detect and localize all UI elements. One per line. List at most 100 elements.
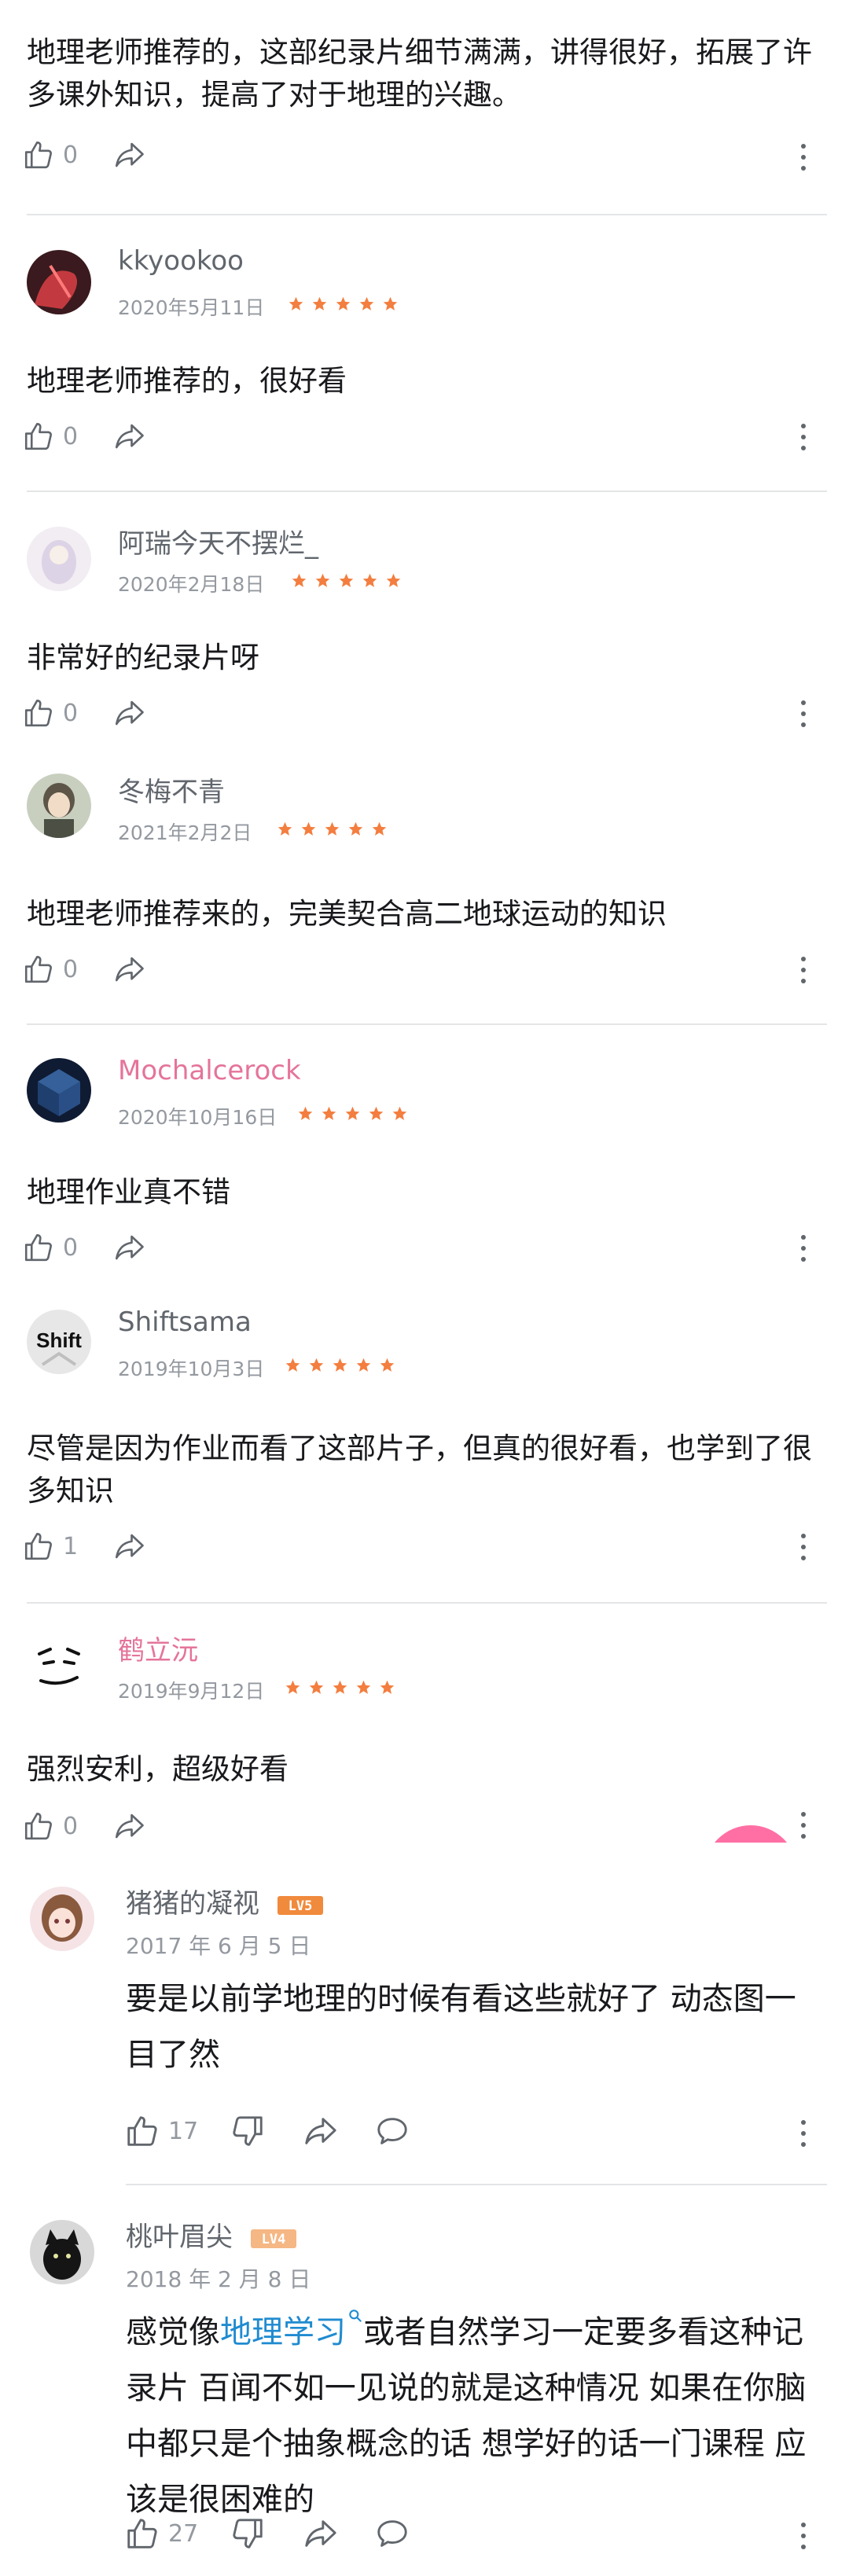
thumb-up-icon[interactable] bbox=[22, 1810, 55, 1843]
reply-icon[interactable] bbox=[374, 2515, 410, 2552]
more-vertical-icon[interactable] bbox=[799, 141, 808, 173]
avatar-text: Shift bbox=[36, 1328, 82, 1352]
username[interactable]: kkyookoo bbox=[118, 245, 244, 277]
thumb-up-icon[interactable] bbox=[22, 420, 55, 453]
review-date: 2019年10月3日 bbox=[118, 1358, 265, 1380]
avatar[interactable] bbox=[30, 1887, 94, 1951]
star-icon bbox=[372, 821, 387, 836]
star-icon bbox=[298, 1106, 313, 1120]
star-rating bbox=[277, 821, 388, 837]
more-vertical-icon[interactable] bbox=[799, 2118, 808, 2149]
review-actions: 0 bbox=[22, 1231, 145, 1264]
star-icon bbox=[333, 1358, 347, 1372]
star-icon bbox=[386, 573, 401, 587]
share-icon[interactable] bbox=[112, 1231, 145, 1264]
thumb-down-icon[interactable] bbox=[230, 2515, 266, 2552]
review-text: 地理老师推荐的，这部纪录片细节满满，讲得很好，拓展了许多课外知识，提高了对于地理… bbox=[27, 35, 812, 112]
review-text: 强烈安利，超级好看 bbox=[27, 1752, 289, 1786]
like-count: 1 bbox=[63, 1532, 79, 1560]
share-icon[interactable] bbox=[112, 953, 145, 986]
review-actions: 1 bbox=[22, 1530, 145, 1563]
username[interactable]: Mochalcerock bbox=[118, 1055, 301, 1086]
comment-text: 要是以前学地理的时候有看这些就好了 动态图一目了然 bbox=[126, 1981, 796, 2073]
star-icon bbox=[277, 821, 292, 836]
more-vertical-icon[interactable] bbox=[799, 421, 808, 453]
review-actions: 0 bbox=[22, 953, 145, 986]
avatar[interactable] bbox=[27, 774, 91, 838]
avatar[interactable] bbox=[27, 527, 91, 591]
star-icon bbox=[301, 821, 316, 836]
floating-button[interactable] bbox=[704, 1825, 797, 1843]
thumb-up-icon[interactable] bbox=[124, 2113, 160, 2149]
star-rating bbox=[288, 296, 399, 312]
more-vertical-icon[interactable] bbox=[799, 1531, 808, 1563]
username[interactable]: Shiftsama bbox=[118, 1306, 252, 1338]
comment-section: 猪猪的凝视 LV5 2017 年 6 月 5 日 要是以前学地理的时候有看这些就… bbox=[0, 1843, 849, 2576]
star-rating bbox=[297, 1105, 408, 1122]
avatar[interactable] bbox=[30, 2220, 94, 2284]
username[interactable]: 鹤立沅 bbox=[118, 1629, 198, 1667]
star-rating bbox=[291, 572, 402, 589]
username[interactable]: 阿瑞今天不摆烂_ bbox=[118, 522, 318, 560]
thumb-down-icon[interactable] bbox=[230, 2113, 266, 2149]
star-icon bbox=[339, 573, 354, 587]
avatar[interactable] bbox=[27, 1633, 91, 1698]
reply-icon[interactable] bbox=[374, 2113, 410, 2149]
star-icon bbox=[285, 1358, 300, 1372]
username[interactable]: 冬梅不青 bbox=[118, 770, 225, 809]
share-icon[interactable] bbox=[302, 2113, 338, 2149]
more-vertical-icon[interactable] bbox=[799, 1233, 808, 1264]
star-icon bbox=[322, 1106, 336, 1120]
review-actions: 0 bbox=[22, 138, 145, 171]
thumb-up-icon[interactable] bbox=[22, 696, 55, 729]
star-icon bbox=[380, 1358, 395, 1372]
more-vertical-icon[interactable] bbox=[799, 2520, 808, 2552]
like-count: 0 bbox=[63, 955, 79, 983]
username[interactable]: 猪猪的凝视 bbox=[126, 1888, 259, 1920]
share-icon[interactable] bbox=[112, 1530, 145, 1563]
star-rating bbox=[285, 1679, 395, 1696]
star-icon bbox=[289, 296, 303, 311]
review-feed: 地理老师推荐的，这部纪录片细节满满，讲得很好，拓展了许多课外知识，提高了对于地理… bbox=[0, 0, 849, 2576]
level-badge: LV4 bbox=[250, 2229, 296, 2248]
more-vertical-icon[interactable] bbox=[799, 698, 808, 729]
share-icon[interactable] bbox=[112, 1810, 145, 1843]
username[interactable]: 桃叶眉尖 bbox=[126, 2221, 233, 2253]
share-icon[interactable] bbox=[112, 420, 145, 453]
search-icon bbox=[349, 2310, 362, 2322]
comment-date: 2018 年 2 月 8 日 bbox=[126, 2266, 311, 2292]
divider bbox=[126, 2184, 827, 2185]
share-icon[interactable] bbox=[112, 696, 145, 729]
review-actions: 0 bbox=[22, 1810, 145, 1843]
star-icon bbox=[292, 573, 307, 587]
star-icon bbox=[348, 821, 363, 836]
comment-actions: 27 bbox=[124, 2515, 410, 2552]
thumb-up-icon[interactable] bbox=[22, 1231, 55, 1264]
topic-link[interactable]: 地理学习 bbox=[220, 2310, 363, 2350]
avatar[interactable] bbox=[27, 1058, 91, 1123]
thumb-up-icon[interactable] bbox=[124, 2515, 160, 2552]
review-actions: 0 bbox=[22, 696, 145, 729]
svg-text:LV5: LV5 bbox=[288, 1898, 312, 1914]
avatar[interactable] bbox=[27, 250, 91, 314]
more-vertical-icon[interactable] bbox=[799, 954, 808, 986]
thumb-up-icon[interactable] bbox=[22, 953, 55, 986]
review-date: 2020年2月18日 bbox=[118, 573, 265, 596]
more-vertical-icon[interactable] bbox=[799, 1810, 808, 1841]
review-text: 非常好的纪录片呀 bbox=[27, 641, 259, 674]
thumb-up-icon[interactable] bbox=[22, 138, 55, 171]
star-icon bbox=[336, 296, 351, 311]
like-count: 0 bbox=[63, 141, 79, 169]
like-count: 27 bbox=[168, 2519, 199, 2548]
star-icon bbox=[312, 296, 327, 311]
share-icon[interactable] bbox=[112, 138, 145, 171]
avatar[interactable]: Shift bbox=[27, 1310, 91, 1374]
thumb-up-icon[interactable] bbox=[22, 1530, 55, 1563]
like-count: 0 bbox=[63, 699, 79, 727]
share-icon[interactable] bbox=[302, 2515, 338, 2552]
divider bbox=[27, 491, 827, 492]
like-count: 0 bbox=[63, 422, 79, 450]
star-icon bbox=[362, 573, 377, 587]
review-date: 2019年9月12日 bbox=[118, 1680, 265, 1703]
star-icon bbox=[380, 1680, 395, 1694]
